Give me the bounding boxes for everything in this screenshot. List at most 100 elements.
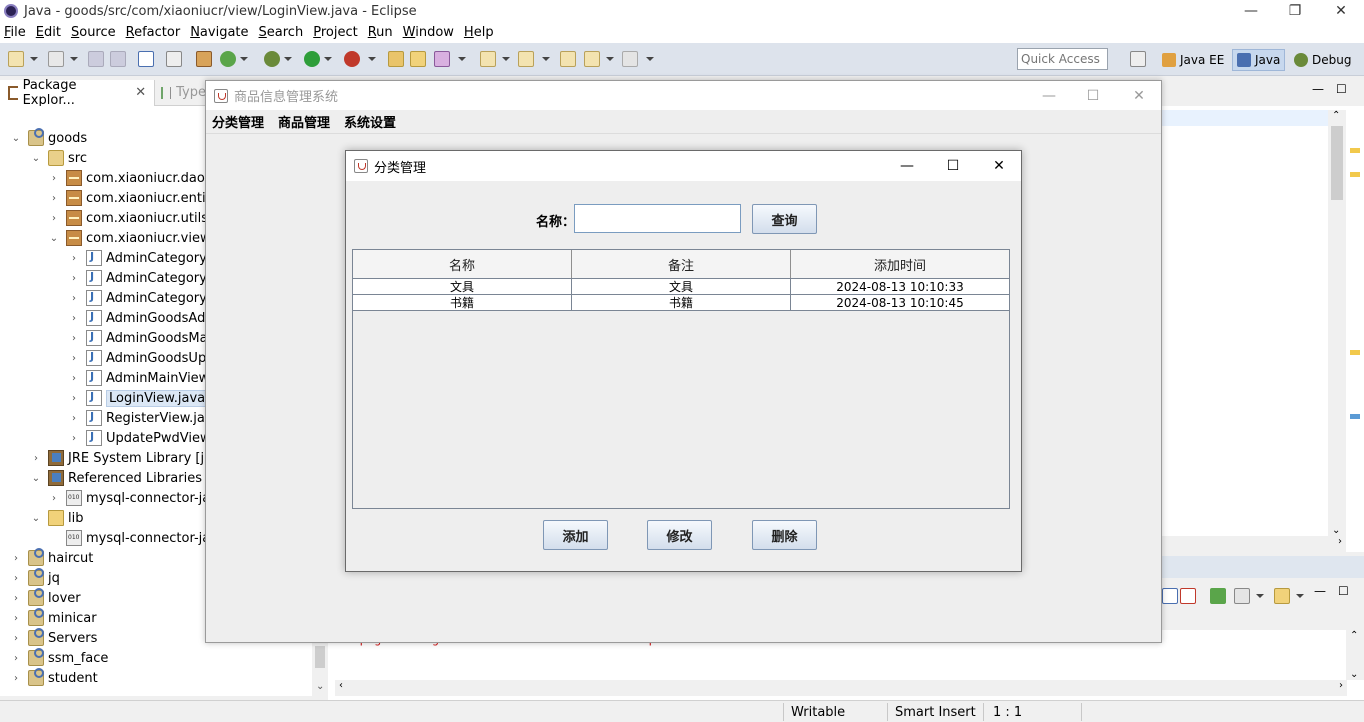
editor-scrollbar[interactable]: ⌃ ⌄ xyxy=(1328,110,1346,536)
chevron-down-icon[interactable] xyxy=(284,57,292,61)
new-dropdown-icon[interactable] xyxy=(30,57,38,61)
save-all-icon[interactable] xyxy=(110,51,126,67)
menu-source[interactable]: Source xyxy=(71,25,116,40)
menu-edit[interactable]: Edit xyxy=(36,25,61,40)
external-tools-icon[interactable] xyxy=(344,51,360,67)
run-icon[interactable] xyxy=(304,51,320,67)
warning-marker[interactable] xyxy=(1350,172,1360,177)
chevron-right-icon[interactable]: › xyxy=(1339,680,1343,691)
scrollbar-thumb[interactable] xyxy=(315,646,325,668)
warning-marker[interactable] xyxy=(1350,148,1360,153)
tree-item-file[interactable]: › AdminMainView.j xyxy=(68,368,216,388)
menu-refactor[interactable]: Refactor xyxy=(126,25,181,40)
tab-type-hierarchy[interactable]: Type xyxy=(155,85,206,100)
chevron-left-icon[interactable]: ‹ xyxy=(339,680,343,691)
chevron-right-icon[interactable]: › xyxy=(10,552,22,564)
maximize-icon[interactable]: ☐ xyxy=(930,151,976,181)
main-window-titlebar[interactable]: 商品信息管理系统 — ☐ ✕ xyxy=(206,81,1161,110)
open-console-icon[interactable] xyxy=(1234,588,1250,604)
restore-icon[interactable]: ❐ xyxy=(1272,0,1318,22)
last-edit-icon[interactable] xyxy=(560,51,576,67)
chevron-right-icon[interactable]: › xyxy=(48,172,60,184)
menu-help[interactable]: Help xyxy=(464,25,494,40)
edit-button[interactable]: 修改 xyxy=(647,520,712,550)
tree-item-jar[interactable]: mysql-connector-jav xyxy=(66,528,218,548)
chevron-down-icon[interactable]: ⌄ xyxy=(30,152,42,164)
minimize-icon[interactable]: — xyxy=(1314,584,1326,598)
chevron-down-icon[interactable]: ⌄ xyxy=(10,132,22,144)
perspective-java[interactable]: Java xyxy=(1232,49,1286,71)
chevron-up-icon[interactable]: ⌃ xyxy=(1332,110,1340,121)
tree-item-referenced-libraries[interactable]: ⌄ Referenced Libraries xyxy=(30,468,202,488)
add-button[interactable]: 添加 xyxy=(543,520,608,550)
cell-remark[interactable]: 文具 xyxy=(572,279,791,294)
chevron-right-icon[interactable]: › xyxy=(48,192,60,204)
menu-project[interactable]: Project xyxy=(313,25,358,40)
chevron-down-icon[interactable] xyxy=(240,57,248,61)
chevron-right-icon[interactable]: › xyxy=(10,632,22,644)
minimize-icon[interactable]: — xyxy=(1228,0,1274,22)
chevron-down-icon[interactable] xyxy=(542,57,550,61)
tree-item-project[interactable]: › student xyxy=(10,668,98,688)
chevron-down-icon[interactable] xyxy=(368,57,376,61)
open-type-icon[interactable] xyxy=(388,51,404,67)
console-horizontal-scrollbar[interactable]: ‹ › xyxy=(335,680,1347,696)
tree-item-file[interactable]: › AdminGoodsMan xyxy=(68,328,216,348)
new-package-icon[interactable] xyxy=(196,51,212,67)
chevron-right-icon[interactable]: › xyxy=(10,652,22,664)
close-icon[interactable]: ✕ xyxy=(976,151,1022,181)
tree-item-file[interactable]: › UpdatePwdView.j xyxy=(68,428,217,448)
cell-added-time[interactable]: 2024-08-13 10:10:45 xyxy=(791,295,1009,310)
chevron-right-icon[interactable]: › xyxy=(68,412,80,424)
tree-item-file[interactable]: › RegisterView.java xyxy=(68,408,221,428)
tree-item-file[interactable]: › AdminCategoryMa xyxy=(68,268,226,288)
tree-item-goods[interactable]: ⌄ goods xyxy=(10,128,87,148)
menu-category-management[interactable]: 分类管理 xyxy=(212,112,264,131)
maximize-icon[interactable]: ☐ xyxy=(1336,82,1347,96)
warning-marker[interactable] xyxy=(1350,350,1360,355)
scrollbar-thumb[interactable] xyxy=(1331,126,1343,200)
menu-system-settings[interactable]: 系统设置 xyxy=(344,112,396,131)
chevron-right-icon[interactable]: › xyxy=(10,572,22,584)
tree-item-package-view[interactable]: ⌄ com.xiaoniucr.view xyxy=(48,228,211,248)
refresh-icon[interactable] xyxy=(220,51,236,67)
chevron-right-icon[interactable]: › xyxy=(1338,536,1342,547)
chevron-right-icon[interactable]: › xyxy=(68,432,80,444)
search-button[interactable]: 查询 xyxy=(752,204,817,234)
tree-item-file[interactable]: › AdminGoodsAdd xyxy=(68,308,214,328)
search-icon[interactable] xyxy=(434,51,450,67)
tree-item-project[interactable]: › haircut xyxy=(10,548,93,568)
chevron-down-icon[interactable] xyxy=(1256,594,1264,598)
occurrence-marker[interactable] xyxy=(1350,414,1360,419)
column-header-remark[interactable]: 备注 xyxy=(572,250,791,278)
close-icon[interactable]: ✕ xyxy=(135,85,146,100)
chevron-down-icon[interactable]: ⌄ xyxy=(30,512,42,524)
back-icon[interactable] xyxy=(584,51,600,67)
menu-run[interactable]: Run xyxy=(368,25,393,40)
menu-file[interactable]: File xyxy=(4,25,26,40)
editor-horizontal-scrollbar[interactable]: › xyxy=(1160,536,1346,552)
close-icon[interactable]: ✕ xyxy=(1116,81,1162,110)
tree-item-package-entity[interactable]: › com.xiaoniucr.entity xyxy=(48,188,218,208)
remove-launch-icon[interactable] xyxy=(1180,588,1196,604)
previous-annotation-icon[interactable] xyxy=(518,51,534,67)
save-icon[interactable] xyxy=(88,51,104,67)
chevron-down-icon[interactable]: ⌄ xyxy=(1332,525,1340,536)
console-scrollbar[interactable]: ⌃ ⌄ xyxy=(1346,630,1364,680)
open-perspective-icon[interactable] xyxy=(1130,51,1146,67)
chevron-right-icon[interactable]: › xyxy=(10,592,22,604)
chevron-right-icon[interactable]: › xyxy=(30,452,42,464)
menu-navigate[interactable]: Navigate xyxy=(190,25,248,40)
tree-item-project[interactable]: › minicar xyxy=(10,608,97,628)
column-header-added-time[interactable]: 添加时间 xyxy=(791,250,1009,278)
delete-button[interactable]: 删除 xyxy=(752,520,817,550)
chevron-right-icon[interactable]: › xyxy=(68,372,80,384)
tree-item-file[interactable]: › AdminCategoryUp xyxy=(68,288,225,308)
chevron-right-icon[interactable]: › xyxy=(68,272,80,284)
perspective-debug[interactable]: Debug xyxy=(1290,49,1355,71)
column-header-name[interactable]: 名称 xyxy=(353,250,572,278)
menu-goods-management[interactable]: 商品管理 xyxy=(278,112,330,131)
chevron-right-icon[interactable]: › xyxy=(68,352,80,364)
dialog-titlebar[interactable]: 分类管理 — ☐ ✕ xyxy=(346,151,1021,181)
tree-item-file[interactable]: › AdminCategoryAd xyxy=(68,248,224,268)
